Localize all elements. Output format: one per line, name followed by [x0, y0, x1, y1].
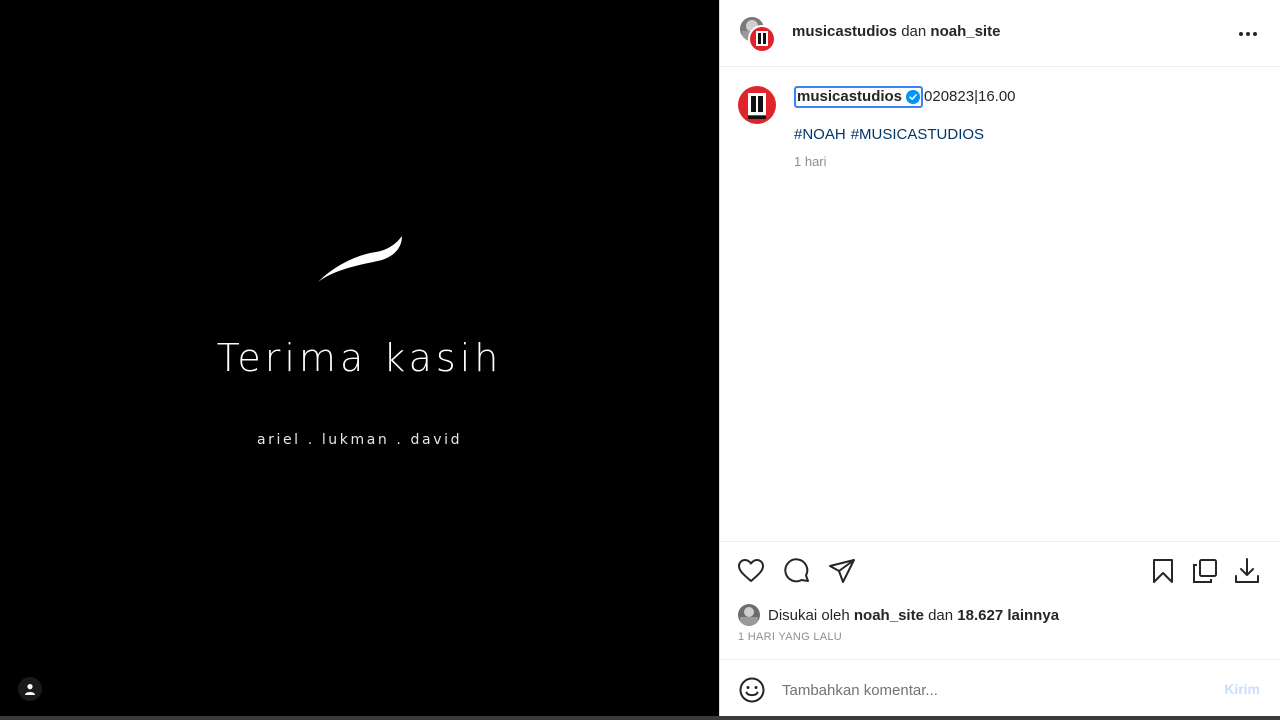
caption: musicastudios 020823|16.00: [794, 86, 1016, 108]
liker-avatar[interactable]: [738, 604, 760, 626]
more-dot: [1253, 32, 1257, 36]
copy-icon[interactable]: [1190, 556, 1220, 586]
heart-icon[interactable]: [736, 556, 766, 586]
action-bar: [720, 541, 1280, 601]
caption-avatar[interactable]: [738, 86, 776, 124]
download-icon[interactable]: [1232, 556, 1262, 586]
post-timestamp: 1 HARI YANG LALU: [738, 631, 843, 643]
post-details-panel: musicastudios dan noah_site musicastudio…: [719, 0, 1280, 716]
likes-joiner: dan: [928, 606, 954, 624]
comment-icon[interactable]: [782, 556, 812, 586]
tagged-users-button[interactable]: [18, 677, 42, 701]
header-joiner: dan: [901, 23, 927, 40]
collab-avatars[interactable]: [738, 15, 778, 55]
media-subtitle: ariel . lukman . david: [256, 432, 463, 448]
share-icon[interactable]: [827, 556, 857, 586]
bookmark-icon[interactable]: [1148, 556, 1178, 586]
likes-summary: Disukai oleh noah_site dan 18.627 lainny…: [738, 604, 1059, 626]
comment-input[interactable]: [782, 676, 1202, 704]
post-owners: musicastudios dan noah_site: [792, 23, 1000, 40]
caption-username-link[interactable]: musicastudios: [794, 86, 924, 108]
avatar-musicastudios: [748, 25, 776, 53]
header-username-1[interactable]: musicastudios: [792, 23, 897, 40]
hashtag-link[interactable]: #NOAH: [794, 126, 846, 143]
hashtags: #NOAH #MUSICASTUDIOS: [794, 126, 989, 143]
media-title: Terima kasih: [216, 336, 503, 380]
caption-text: 020823|16.00: [924, 88, 1016, 105]
verified-badge-icon: [906, 90, 921, 104]
likes-count[interactable]: 18.627 lainnya: [957, 607, 1059, 624]
more-options-button[interactable]: [1236, 22, 1260, 46]
more-dot: [1246, 32, 1250, 36]
header-username-2[interactable]: noah_site: [930, 23, 1000, 40]
emoji-icon[interactable]: [738, 676, 766, 704]
comment-form: Kirim: [720, 659, 1280, 716]
post-header: musicastudios dan noah_site: [720, 0, 1280, 67]
post-media[interactable]: Terima kasih ariel . lukman . david: [0, 0, 719, 720]
send-comment-button[interactable]: Kirim: [1224, 681, 1260, 697]
more-dot: [1239, 32, 1243, 36]
user-icon: [25, 684, 35, 695]
caption-username: musicastudios: [797, 88, 903, 105]
likes-prefix: Disukai oleh: [768, 606, 850, 624]
liker-username[interactable]: noah_site: [854, 607, 924, 624]
hashtag-link[interactable]: #MUSICASTUDIOS: [851, 126, 984, 143]
feather-logo-icon: [318, 236, 402, 282]
caption-time: 1 hari: [794, 154, 827, 169]
bottom-strip: [0, 716, 1280, 720]
